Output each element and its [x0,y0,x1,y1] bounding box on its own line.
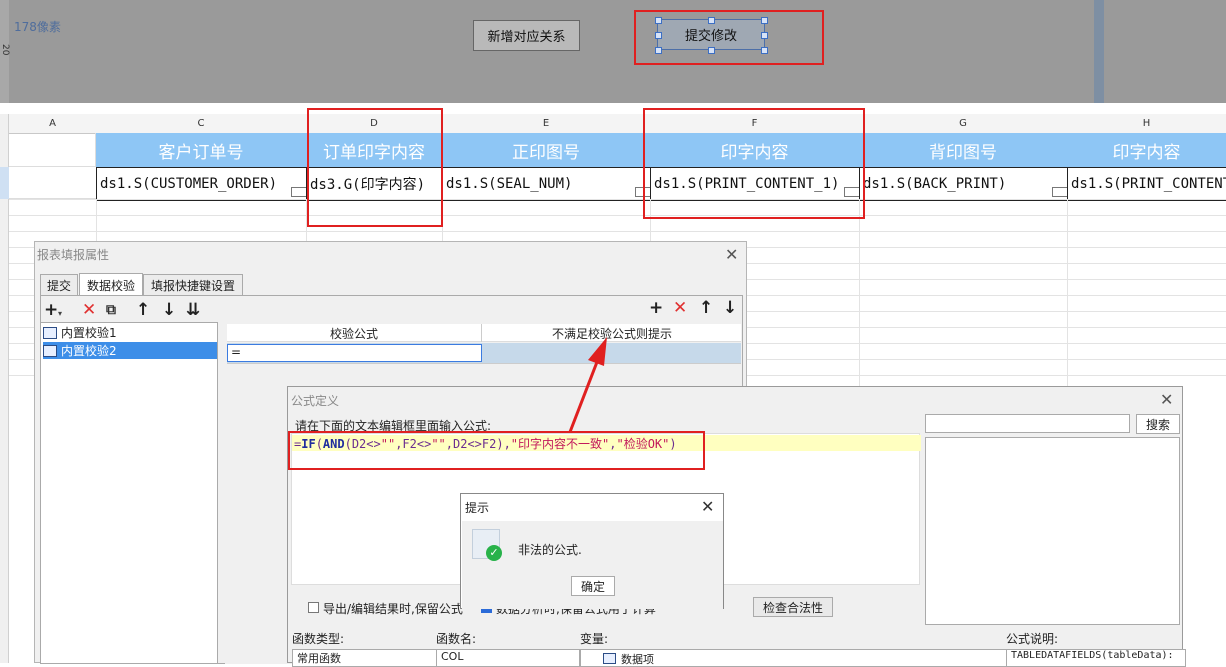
column-header-a[interactable]: A [9,114,97,134]
header-cell-print-content-2[interactable]: 印字内容 [1067,133,1226,167]
delete-icon[interactable]: ✕ [673,300,687,317]
keep-formula-checkbox[interactable] [308,602,319,613]
cell-expression: ds1.S(BACK_PRINT) [863,176,1007,192]
formula-definition-dialog: 公式定义 ✕ 请在下面的文本编辑框里面输入公式: =IF(AND(D2<>"",… [287,386,1186,667]
add-icon[interactable]: + [649,300,663,317]
keep-formula-label: 导出/编辑结果时,保留公式 [323,602,463,616]
formula-description: TABLEDATAFIELDS(tableData): [1006,649,1186,667]
arrow-up-icon[interactable]: ↑ [136,302,150,319]
data-cell-h2[interactable]: ds1.S(PRINT_CONTENT_ [1067,167,1226,201]
column-header-g[interactable]: G [859,114,1068,134]
arrow-down-icon[interactable]: ↓ [162,302,176,319]
formula-description-label: 公式说明: [1006,632,1059,646]
grid-line [9,215,1226,216]
formula-cell-input[interactable]: = [227,344,482,362]
annotation-box-column-d [307,108,443,227]
cell-expand-icon [1052,187,1068,197]
tree-item-validation-1[interactable]: 内置校验1 [43,324,217,341]
tab-submit[interactable]: 提交 [40,274,78,297]
alert-message: 非法的公式. [518,543,582,557]
column-hint: 不满足校验公式则提示 [551,326,672,341]
validation-tree: 内置校验1 内置校验2 [40,322,218,664]
data-cell-e2[interactable]: ds1.S(SEAL_NUM) [442,167,655,201]
close-icon[interactable]: ✕ [1160,390,1173,409]
grid-line [9,199,1226,200]
validation-icon [43,344,57,357]
search-button[interactable]: 搜索 [1136,414,1180,434]
chevron-down-icon[interactable]: ▾ [58,305,62,322]
header-cell-seal-num[interactable]: 正印图号 [442,133,651,167]
rule-row[interactable]: = [227,343,741,363]
close-icon[interactable]: ✕ [701,497,714,516]
annotation-box-formula [288,431,705,470]
arrow-up-icon[interactable]: ↑ [699,300,713,317]
column-header-c[interactable]: C [96,114,307,134]
cell-a1[interactable] [9,133,96,167]
column-formula: 校验公式 [227,324,482,342]
cell-a2[interactable] [9,167,96,199]
alert-dialog: 提示 ✕ ✓ 非法的公式. 确定 [460,493,724,609]
tree-item-label: 内置校验2 [61,344,117,358]
header-cell-customer-order[interactable]: 客户订单号 [96,133,307,167]
cell-expression: ds1.S(PRINT_CONTENT_ [1071,176,1226,192]
function-type-select[interactable]: 常用函数 [292,649,438,667]
copy-icon[interactable]: ⧉ [106,302,116,319]
data-cell-g2[interactable]: ds1.S(BACK_PRINT) [859,167,1072,201]
ruler-value: 20 [0,44,10,56]
cell-expression: ds1.S(CUSTOMER_ORDER) [100,176,278,192]
tab-shortcut-settings[interactable]: 填报快捷键设置 [143,274,243,297]
cell-expand-icon [291,187,307,197]
close-icon[interactable]: ✕ [725,245,738,264]
column-header-e[interactable]: E [442,114,651,134]
column-header-h[interactable]: H [1067,114,1226,134]
tree-item-validation-2[interactable]: 内置校验2 [43,342,217,359]
designer-canvas [0,0,1226,103]
add-icon[interactable]: + [44,302,58,319]
tree-item-label: 内置校验1 [61,326,117,340]
arrow-down-icon[interactable]: ↓ [723,300,737,317]
ok-button[interactable]: 确定 [571,576,615,596]
function-name-label: 函数名: [436,632,477,646]
alert-body: ✓ 非法的公式. 确定 [462,521,723,609]
delete-icon[interactable]: ✕ [82,302,96,319]
variable-label: 变量: [580,632,609,646]
sort-icon[interactable]: ⇊ [186,302,200,319]
check-icon: ✓ [486,545,502,561]
row-header-selected[interactable] [0,167,9,199]
annotation-box-submit [634,10,824,65]
canvas-edge-bar [1094,0,1104,103]
check-validity-button[interactable]: 检查合法性 [753,597,833,617]
tree-toolbar: + ▾ ✕ ⧉ ↑ ↓ ⇊ [40,299,220,323]
variable-tree[interactable]: 数据项 [580,649,1026,667]
rule-grid-header: 校验公式 不满足校验公式则提示 [227,324,741,342]
dialog-title: 公式定义 [291,394,340,408]
function-type-label: 函数类型: [292,632,345,646]
pixel-size-label: 178像素 [14,20,61,34]
annotation-box-column-f [643,108,865,219]
function-search-input[interactable] [925,414,1130,433]
header-cell-back-print[interactable]: 背印图号 [859,133,1068,167]
grid-line [9,231,1226,232]
dialog-title: 提示 [465,501,490,515]
add-mapping-button[interactable]: 新增对应关系 [473,20,580,51]
cell-expression: ds1.S(SEAL_NUM) [446,176,573,192]
variable-item[interactable]: 数据项 [621,651,654,667]
dialog-title: 报表填报属性 [37,248,110,262]
data-item-icon [603,653,616,664]
validation-icon [43,326,57,339]
search-results-list [925,437,1180,625]
data-cell-c2[interactable]: ds1.S(CUSTOMER_ORDER) [96,167,311,201]
function-name-list[interactable]: COL [436,649,580,667]
